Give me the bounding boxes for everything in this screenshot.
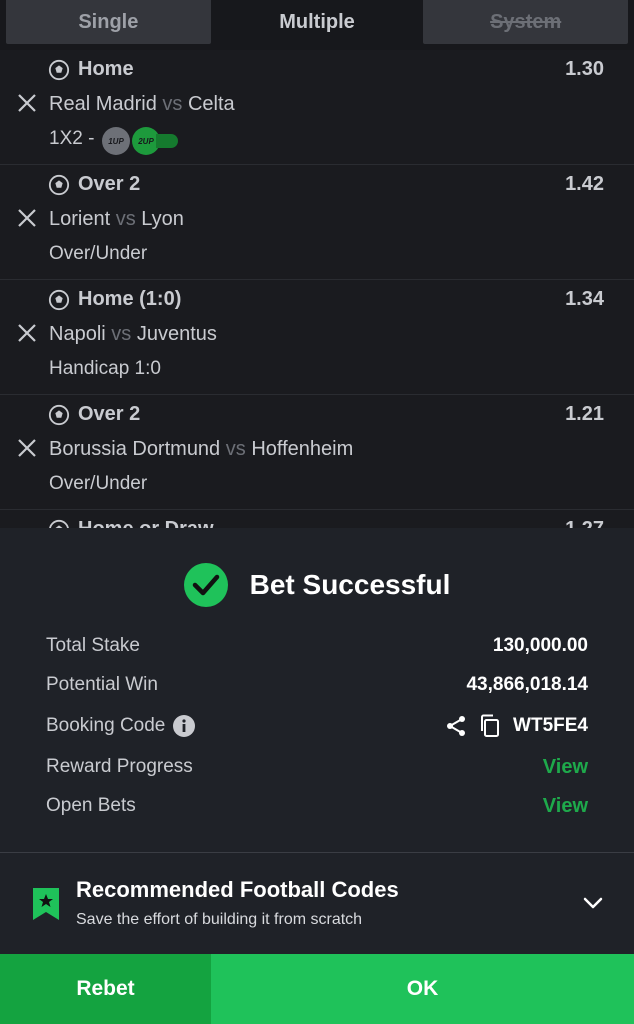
open-bets-view-link[interactable]: View bbox=[543, 795, 588, 818]
football-icon bbox=[48, 174, 70, 196]
vs-label: vs bbox=[111, 323, 132, 345]
vs-label: vs bbox=[162, 93, 183, 115]
close-icon[interactable] bbox=[16, 437, 38, 459]
potential-win-row: Potential Win 43,866,018.14 bbox=[46, 670, 588, 700]
bet-item: Over 2 1.42 Lorient vs Lyon Over/Under bbox=[0, 165, 634, 280]
share-icon[interactable] bbox=[445, 715, 467, 737]
total-stake-row: Total Stake 130,000.00 bbox=[46, 631, 588, 661]
bet-match: Lorient vs Lyon bbox=[49, 208, 184, 231]
home-team: Napoli bbox=[49, 323, 106, 345]
football-icon bbox=[48, 59, 70, 81]
booking-code-value-wrap: WT5FE4 bbox=[445, 714, 588, 738]
bookmark-star-icon bbox=[33, 888, 59, 920]
home-team: Borussia Dortmund bbox=[49, 438, 221, 460]
tab-multiple-label: Multiple bbox=[279, 10, 355, 33]
vs-label: vs bbox=[115, 208, 136, 230]
bet-pick: Home (1:0) bbox=[78, 288, 182, 310]
bet-odds: 1.42 bbox=[565, 173, 604, 195]
close-icon[interactable] bbox=[16, 92, 38, 114]
close-icon[interactable] bbox=[16, 322, 38, 344]
recommended-codes-banner[interactable]: Recommended Football Codes Save the effo… bbox=[0, 853, 634, 953]
recommended-subtitle: Save the effort of building it from scra… bbox=[76, 911, 363, 928]
potential-win-label: Potential Win bbox=[46, 674, 158, 695]
success-header: Bet Successful bbox=[0, 562, 634, 608]
potential-win-value: 43,866,018.14 bbox=[466, 674, 588, 695]
success-title: Bet Successful bbox=[249, 569, 451, 600]
up-badges: 1UP 2UP bbox=[102, 127, 178, 155]
recommended-title: Recommended Football Codes bbox=[76, 877, 399, 902]
football-icon bbox=[48, 289, 70, 311]
bet-success-panel: Bet Successful Total Stake 130,000.00 Po… bbox=[0, 528, 634, 1024]
bet-market: 1X2 - bbox=[49, 128, 95, 149]
bet-item: Home (1:0) 1.34 Napoli vs Juventus Handi… bbox=[0, 280, 634, 395]
tab-system[interactable]: System bbox=[423, 0, 629, 44]
home-team: Real Madrid bbox=[49, 93, 157, 115]
bet-pick: Over 2 bbox=[78, 403, 141, 425]
total-stake-label: Total Stake bbox=[46, 635, 140, 656]
betslip-list: Home 1.30 Real Madrid vs Celta 1X2 - 1UP… bbox=[0, 50, 634, 530]
total-stake-value: 130,000.00 bbox=[492, 635, 588, 656]
check-circle-icon bbox=[183, 563, 228, 607]
booking-code-label: Booking Code bbox=[46, 715, 166, 736]
bet-item: Home or Draw 1.27 bbox=[0, 510, 634, 530]
close-icon[interactable] bbox=[16, 207, 38, 229]
info-icon[interactable] bbox=[173, 715, 196, 737]
booking-code-value: WT5FE4 bbox=[513, 715, 588, 736]
away-team: Lyon bbox=[141, 208, 184, 230]
bet-item: Over 2 1.21 Borussia Dortmund vs Hoffenh… bbox=[0, 395, 634, 510]
action-buttons: Rebet OK bbox=[0, 954, 634, 1024]
bet-pick: Over 2 bbox=[78, 173, 141, 195]
bet-match: Napoli vs Juventus bbox=[49, 323, 217, 346]
bet-match: Borussia Dortmund vs Hoffenheim bbox=[49, 438, 353, 461]
bet-match: Real Madrid vs Celta bbox=[49, 93, 235, 116]
badge-toggle-tail bbox=[156, 134, 178, 148]
tab-multiple[interactable]: Multiple bbox=[215, 0, 420, 44]
open-bets-row: Open Bets View bbox=[46, 791, 588, 821]
bet-item: Home 1.30 Real Madrid vs Celta 1X2 - 1UP… bbox=[0, 50, 634, 165]
ok-button[interactable]: OK bbox=[211, 954, 634, 1024]
bet-odds: 1.34 bbox=[565, 288, 604, 310]
bet-market: Handicap 1:0 bbox=[49, 358, 161, 379]
tab-single-label: Single bbox=[78, 10, 139, 33]
reward-progress-label: Reward Progress bbox=[46, 756, 193, 777]
bet-pick: Home bbox=[78, 58, 134, 80]
home-team: Lorient bbox=[49, 208, 111, 230]
bet-market: Over/Under bbox=[49, 473, 148, 494]
vs-label: vs bbox=[225, 438, 246, 460]
bet-market: Over/Under bbox=[49, 243, 148, 264]
football-icon bbox=[48, 404, 70, 426]
open-bets-label: Open Bets bbox=[46, 795, 136, 816]
booking-code-row: Booking Code WT5FE4 bbox=[46, 711, 588, 741]
booking-code-label-wrap: Booking Code bbox=[46, 715, 196, 737]
away-team: Juventus bbox=[136, 323, 217, 345]
bet-type-tabs: Single Multiple System bbox=[0, 0, 634, 46]
tab-single[interactable]: Single bbox=[6, 0, 211, 44]
reward-progress-view-link[interactable]: View bbox=[543, 756, 588, 779]
bet-odds: 1.21 bbox=[565, 403, 604, 425]
tab-system-label: System bbox=[490, 10, 562, 33]
away-team: Celta bbox=[187, 93, 235, 115]
bet-odds: 1.30 bbox=[565, 58, 604, 80]
1up-badge: 1UP bbox=[102, 127, 130, 155]
away-team: Hoffenheim bbox=[251, 438, 354, 460]
copy-icon[interactable] bbox=[479, 714, 501, 738]
rebet-button[interactable]: Rebet bbox=[0, 954, 211, 1024]
reward-progress-row: Reward Progress View bbox=[46, 752, 588, 782]
chevron-down-icon[interactable] bbox=[582, 895, 604, 911]
